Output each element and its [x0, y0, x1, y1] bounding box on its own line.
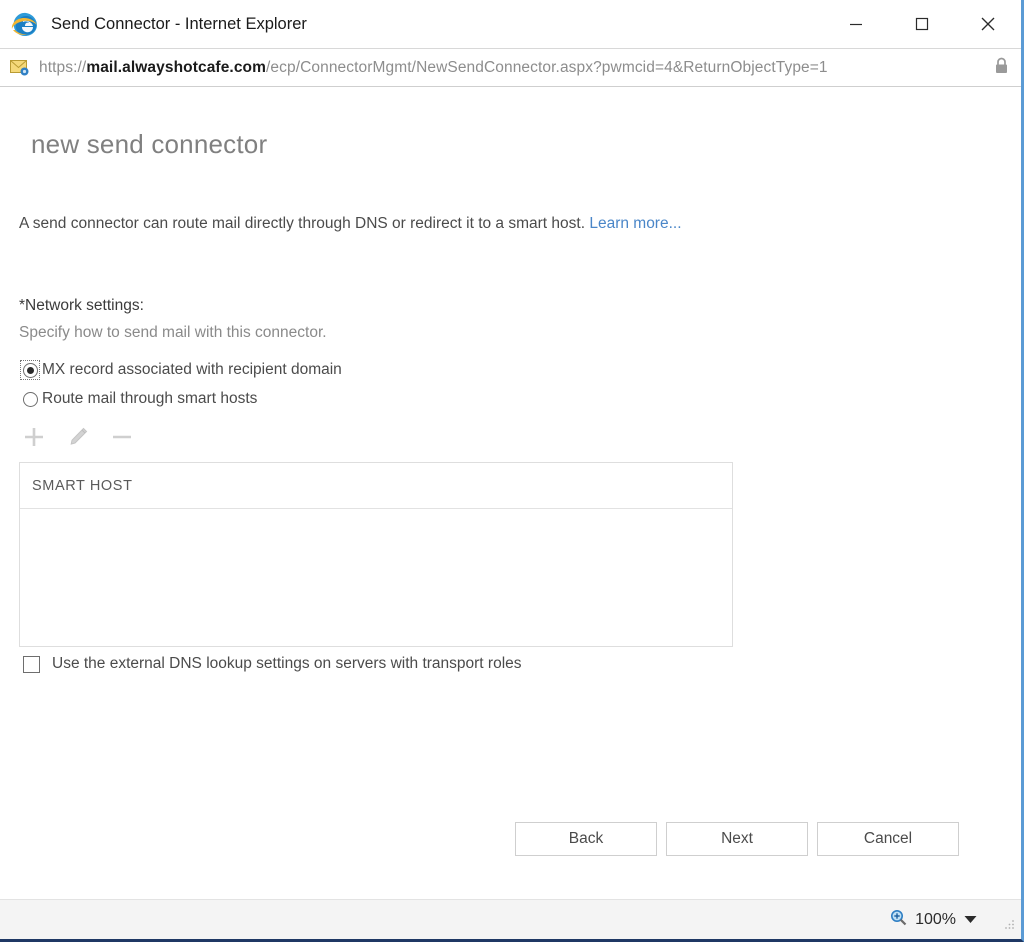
- chevron-down-icon[interactable]: [964, 911, 977, 929]
- network-settings-sublabel: Specify how to send mail with this conne…: [19, 324, 327, 341]
- edit-smart-host-button[interactable]: [64, 423, 92, 451]
- url-path: /ecp/ConnectorMgmt/NewSendConnector.aspx…: [266, 58, 828, 76]
- radio-option-mx-record-label: MX record associated with recipient doma…: [42, 361, 342, 378]
- description-text: A send connector can route mail directly…: [19, 215, 586, 232]
- url-text[interactable]: https://mail.alwayshotcafe.com/ecp/Conne…: [39, 59, 828, 77]
- internet-explorer-logo-icon: [10, 9, 40, 39]
- address-bar[interactable]: https://mail.alwayshotcafe.com/ecp/Conne…: [0, 48, 1021, 87]
- radio-box: [20, 389, 40, 409]
- minimize-icon: [850, 23, 862, 26]
- radio-option-mx-record[interactable]: MX record associated with recipient doma…: [20, 359, 342, 381]
- page-title: new send connector: [31, 129, 268, 159]
- minus-icon: [113, 435, 131, 439]
- ie-browser-window: Send Connector - Internet Explorer https…: [0, 0, 1024, 942]
- maximize-button[interactable]: [889, 0, 955, 48]
- url-scheme: https://: [39, 58, 87, 76]
- smart-host-toolbar: [20, 423, 136, 451]
- network-settings-label: *Network settings:: [19, 297, 144, 314]
- add-smart-host-button[interactable]: [20, 423, 48, 451]
- next-button[interactable]: Next: [666, 822, 808, 856]
- page-content: new send connector A send connector can …: [0, 87, 1021, 899]
- radio-focus-outline: [20, 360, 40, 380]
- radio-icon-unselected: [22, 391, 38, 407]
- lock-icon[interactable]: [994, 56, 1009, 79]
- dialog-button-row: Back Next Cancel: [515, 822, 959, 856]
- external-dns-lookup-label: Use the external DNS lookup settings on …: [52, 655, 522, 672]
- radio-option-smart-hosts-label: Route mail through smart hosts: [42, 390, 258, 407]
- external-dns-lookup-checkbox[interactable]: Use the external DNS lookup settings on …: [23, 655, 522, 673]
- column-header-smart-host: SMART HOST: [32, 477, 133, 494]
- title-bar: Send Connector - Internet Explorer: [0, 0, 1021, 48]
- exchange-mail-gear-icon: [10, 59, 30, 77]
- window-controls: [823, 0, 1021, 48]
- maximize-icon: [915, 17, 929, 31]
- resize-grip-icon[interactable]: [1003, 917, 1016, 935]
- smart-host-list-body[interactable]: [20, 509, 732, 646]
- url-domain: mail.alwayshotcafe.com: [86, 58, 266, 76]
- radio-option-smart-hosts[interactable]: Route mail through smart hosts: [20, 388, 257, 410]
- pencil-icon: [70, 427, 88, 445]
- page-description: A send connector can route mail directly…: [19, 212, 719, 236]
- remove-smart-host-button[interactable]: [108, 423, 136, 451]
- minimize-button[interactable]: [823, 0, 889, 48]
- zoom-level-label: 100%: [915, 910, 956, 928]
- checkbox-icon-unchecked: [23, 655, 40, 673]
- radio-icon-selected: [22, 362, 38, 378]
- close-button[interactable]: [955, 0, 1021, 48]
- cancel-button[interactable]: Cancel: [817, 822, 959, 856]
- close-icon: [981, 17, 995, 31]
- learn-more-link[interactable]: Learn more...: [589, 215, 681, 232]
- status-bar: 100%: [0, 899, 1021, 939]
- plus-icon: [25, 428, 43, 446]
- zoom-control[interactable]: 100%: [890, 909, 977, 931]
- window-title: Send Connector - Internet Explorer: [51, 14, 307, 33]
- smart-host-list-header: SMART HOST: [20, 463, 732, 509]
- smart-host-list[interactable]: SMART HOST: [19, 462, 733, 647]
- zoom-magnifier-icon: [890, 909, 907, 931]
- back-button[interactable]: Back: [515, 822, 657, 856]
